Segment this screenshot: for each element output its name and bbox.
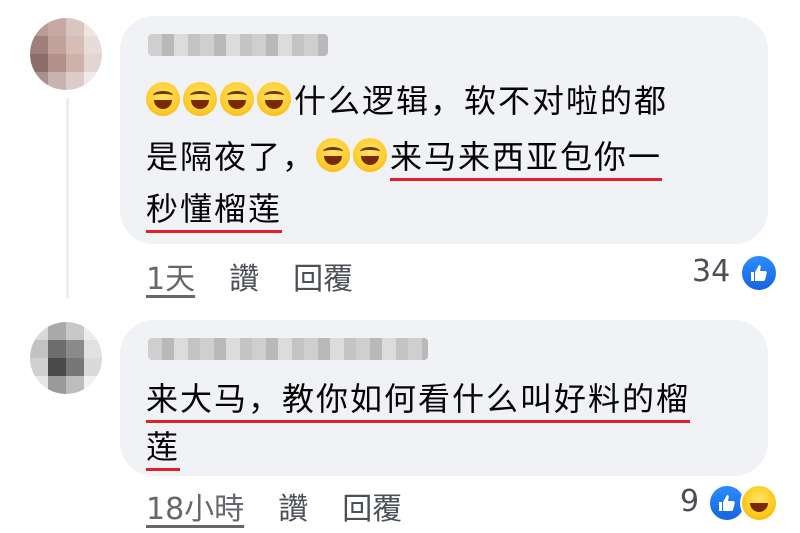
comment-text-line: 秒懂榴莲 bbox=[146, 182, 283, 237]
reaction-count[interactable]: 34 bbox=[692, 254, 730, 289]
commenter-name-redacted[interactable] bbox=[148, 338, 428, 360]
comment-meta: 1天讚回覆 bbox=[146, 254, 353, 298]
reaction-count[interactable]: 9 bbox=[680, 484, 699, 519]
comment-meta: 18小時讚回覆 bbox=[146, 484, 402, 528]
laughing-emoji-icon bbox=[183, 82, 217, 116]
like-icon[interactable] bbox=[740, 254, 778, 292]
laughing-emoji-icon bbox=[257, 82, 291, 116]
comment-bubble: 来大马，教你如何看什么叫好料的榴 莲 bbox=[120, 320, 768, 476]
comment-text-line: 什么逻辑，软不对啦的都 bbox=[146, 74, 668, 129]
reply-action[interactable]: 回覆 bbox=[342, 492, 402, 527]
underlined-comment-text: 来大马，教你如何看什么叫好料的榴 bbox=[146, 380, 691, 423]
like-action[interactable]: 讚 bbox=[229, 262, 259, 297]
comment-avatar[interactable] bbox=[30, 18, 102, 90]
comment-time-link[interactable]: 18小時 bbox=[146, 492, 244, 527]
laughing-emoji-icon bbox=[146, 82, 180, 116]
thread-line bbox=[66, 98, 69, 298]
comment-time-link[interactable]: 1天 bbox=[146, 262, 195, 297]
underlined-comment-text: 秒懂榴莲 bbox=[146, 190, 283, 233]
haha-icon[interactable] bbox=[740, 484, 778, 522]
comment-avatar[interactable] bbox=[30, 322, 102, 394]
reply-action[interactable]: 回覆 bbox=[293, 262, 353, 297]
laughing-emoji-icon bbox=[353, 138, 388, 172]
laughing-emoji-icon bbox=[316, 138, 351, 172]
commenter-name-redacted[interactable] bbox=[148, 34, 328, 56]
comment-text: 什么逻辑，软不对啦的都 bbox=[294, 82, 669, 120]
laughing-emoji-icon bbox=[220, 82, 254, 116]
comment-text: 是隔夜了， bbox=[146, 138, 317, 176]
underlined-comment-text: 莲 bbox=[146, 428, 181, 471]
like-action[interactable]: 讚 bbox=[278, 492, 308, 527]
comment-bubble: 什么逻辑，软不对啦的都 是隔夜了， 来马来西亚包你一 秒懂榴莲 bbox=[120, 16, 768, 244]
underlined-comment-text: 来马来西亚包你一 bbox=[390, 138, 663, 181]
comment-text-line: 来大马，教你如何看什么叫好料的榴 bbox=[146, 372, 691, 427]
comment-text-line: 是隔夜了， 来马来西亚包你一 bbox=[146, 130, 663, 185]
comment-text-line: 莲 bbox=[146, 420, 181, 475]
